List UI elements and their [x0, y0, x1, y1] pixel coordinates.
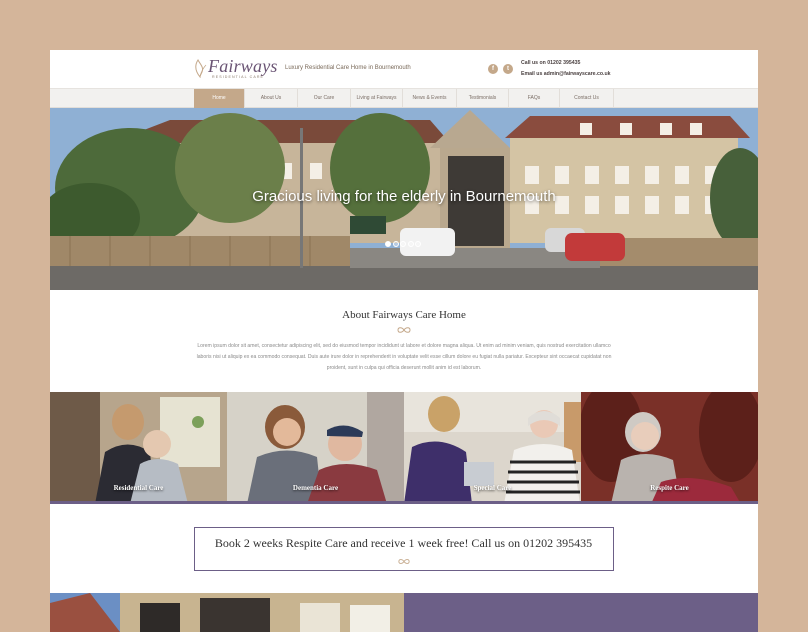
service-label: Special Care	[473, 484, 512, 492]
site-logo[interactable]: Fairways RESIDENTIAL CARE	[192, 55, 282, 83]
ornament-icon	[398, 559, 410, 564]
slider-dots	[385, 241, 421, 247]
service-label: Respite Care	[650, 484, 689, 492]
nav-item-living[interactable]: Living at Fairways	[351, 89, 403, 108]
service-tile-special[interactable]: Special Care	[404, 392, 581, 504]
nav-item-home[interactable]: Home	[194, 89, 245, 108]
slider-dot[interactable]	[392, 241, 399, 247]
leaf-icon	[195, 59, 207, 78]
twitter-icon[interactable]: t	[503, 64, 513, 74]
service-tile-dementia[interactable]: Dementia Care	[227, 392, 404, 504]
nav-item-about-us[interactable]: About Us	[245, 89, 298, 108]
nav-item-contact-us[interactable]: Contact Us	[560, 89, 614, 108]
bottom-image	[50, 593, 404, 632]
nav-item-testimonials[interactable]: Testimonials	[457, 89, 509, 108]
ornament-icon	[397, 327, 411, 333]
nav-item-our-care[interactable]: Our Care	[298, 89, 351, 108]
about-title: About Fairways Care Home	[342, 309, 466, 321]
service-label: Dementia Care	[292, 484, 339, 492]
nav-items: Home About Us Our Care Living at Fairway…	[194, 89, 614, 108]
logo-wordmark: Fairways	[208, 56, 278, 76]
logo-subtitle: RESIDENTIAL CARE	[212, 75, 265, 79]
slider-dot[interactable]	[407, 241, 414, 247]
hero-slider[interactable]: Gracious living for the elderly in Bourn…	[50, 108, 758, 290]
facebook-icon[interactable]: f	[488, 64, 498, 74]
slider-dot[interactable]	[400, 241, 406, 247]
site-header: Fairways RESIDENTIAL CARE Luxury Residen…	[50, 50, 758, 88]
hero-title: Gracious living for the elderly in Bourn…	[252, 188, 556, 205]
service-tile-respite[interactable]: Respite Care	[581, 392, 758, 504]
building-photo	[50, 593, 404, 632]
bottom-purple-panel	[404, 593, 758, 632]
contact-email[interactable]: Email us admin@fairwayscare.co.uk	[521, 71, 611, 77]
website-page: Fairways RESIDENTIAL CARE Luxury Residen…	[50, 50, 758, 632]
service-label: Residential Care	[113, 484, 164, 492]
services-row: Residential Care Dementia Care Special C…	[50, 392, 758, 504]
slider-dot[interactable]	[385, 241, 391, 247]
main-nav: Home About Us Our Care Living at Fairway…	[50, 88, 758, 108]
nav-item-news[interactable]: News & Events	[403, 89, 457, 108]
nav-item-faqs[interactable]: FAQs	[509, 89, 560, 108]
promo-text: Book 2 weeks Respite Care and receive 1 …	[214, 536, 593, 550]
site-tagline: Luxury Residential Care Home in Bournemo…	[285, 65, 411, 71]
about-text: Lorem ipsum dolor sit amet, consectetur …	[196, 343, 612, 371]
service-tile-residential[interactable]: Residential Care	[50, 392, 227, 504]
contact-phone[interactable]: Call us on 01202 395435	[521, 60, 580, 66]
promo-banner[interactable]: Book 2 weeks Respite Care and receive 1 …	[194, 527, 614, 571]
slider-dot[interactable]	[415, 241, 421, 247]
